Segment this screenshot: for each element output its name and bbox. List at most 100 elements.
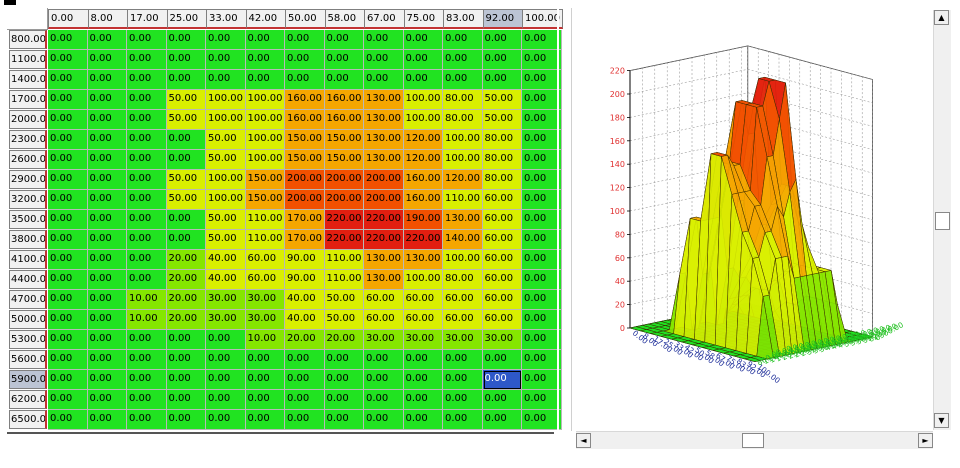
table-cell[interactable]: 30.00: [245, 310, 285, 330]
table-cell[interactable]: 0.00: [285, 30, 325, 50]
row-header[interactable]: 2900.00: [9, 170, 47, 189]
row-header[interactable]: 1700.00: [9, 90, 47, 109]
row-header[interactable]: 4100.00: [9, 250, 47, 269]
table-cell[interactable]: 0.00: [127, 350, 167, 370]
table-cell[interactable]: 0.00: [87, 410, 127, 430]
table-cell[interactable]: 10.00: [245, 330, 285, 350]
table-cell[interactable]: 220.00: [324, 210, 364, 230]
table-cell[interactable]: 60.00: [482, 230, 522, 250]
column-header[interactable]: 83.00: [443, 9, 484, 29]
table-cell[interactable]: 0.00: [127, 270, 167, 290]
table-cell[interactable]: 0.00: [403, 410, 443, 430]
table-cell[interactable]: 120.00: [403, 150, 443, 170]
table-cell[interactable]: 10.00: [127, 290, 167, 310]
table-cell[interactable]: 20.00: [166, 270, 206, 290]
table-cell[interactable]: 0.00: [48, 250, 88, 270]
table-cell[interactable]: 110.00: [245, 230, 285, 250]
table-cell[interactable]: 0.00: [87, 370, 127, 390]
table-cell[interactable]: 60.00: [482, 290, 522, 310]
table-cell[interactable]: 0.00: [285, 70, 325, 90]
table-cell[interactable]: 0.00: [127, 330, 167, 350]
table-cell[interactable]: 0.00: [522, 90, 562, 110]
table-cell[interactable]: 60.00: [364, 310, 404, 330]
table-cell[interactable]: 130.00: [364, 130, 404, 150]
table-cell[interactable]: 130.00: [443, 210, 483, 230]
table-cell[interactable]: 130.00: [364, 90, 404, 110]
column-header[interactable]: 42.00: [245, 9, 286, 29]
table-cell[interactable]: 110.00: [324, 270, 364, 290]
table-cell[interactable]: 50.00: [482, 90, 522, 110]
table-cell[interactable]: 100.00: [403, 270, 443, 290]
column-header[interactable]: 8.00: [87, 9, 128, 29]
table-cell[interactable]: 0.00: [482, 350, 522, 370]
table-cell[interactable]: 0.00: [245, 390, 285, 410]
table-cell[interactable]: 0.00: [48, 70, 88, 90]
table-cell[interactable]: 0.00: [166, 230, 206, 250]
column-header[interactable]: 75.00: [403, 9, 444, 29]
table-cell[interactable]: 0.00: [87, 30, 127, 50]
table-cell[interactable]: 0.00: [87, 110, 127, 130]
table-cell[interactable]: 0.00: [127, 130, 167, 150]
table-cell[interactable]: 0.00: [482, 70, 522, 90]
table-cell[interactable]: 0.00: [48, 170, 88, 190]
table-cell[interactable]: 20.00: [285, 330, 325, 350]
row-header[interactable]: 2000.00: [9, 110, 47, 129]
row-header[interactable]: 5300.00: [9, 330, 47, 349]
table-cell[interactable]: 60.00: [245, 250, 285, 270]
table-cell[interactable]: 20.00: [166, 310, 206, 330]
table-cell[interactable]: 130.00: [364, 250, 404, 270]
row-header[interactable]: 3500.00: [9, 210, 47, 229]
table-cell[interactable]: 0.00: [127, 30, 167, 50]
table-cell[interactable]: 0.00: [403, 70, 443, 90]
scroll-right-icon[interactable]: ►: [918, 433, 933, 448]
table-cell[interactable]: 0.00: [87, 350, 127, 370]
table-cell[interactable]: 0.00: [522, 330, 562, 350]
table-cell[interactable]: 0.00: [482, 50, 522, 70]
table-cell[interactable]: 100.00: [443, 130, 483, 150]
table-cell[interactable]: 30.00: [364, 330, 404, 350]
table-cell[interactable]: 110.00: [245, 210, 285, 230]
table-cell[interactable]: 0.00: [245, 30, 285, 50]
table-cell[interactable]: 0.00: [522, 130, 562, 150]
table-cell[interactable]: 0.00: [364, 410, 404, 430]
table-cell[interactable]: 0.00: [166, 30, 206, 50]
table-cell[interactable]: 0.00: [285, 350, 325, 370]
table-cell[interactable]: 0.00: [522, 230, 562, 250]
table-cell[interactable]: 0.00: [48, 210, 88, 230]
table-cell[interactable]: 0.00: [245, 370, 285, 390]
table-cell[interactable]: 0.00: [48, 310, 88, 330]
table-cell[interactable]: 0.00: [206, 370, 246, 390]
table-cell[interactable]: 0.00: [48, 270, 88, 290]
table-cell[interactable]: 0.00: [48, 230, 88, 250]
table-cell[interactable]: 0.00: [443, 70, 483, 90]
table-cell[interactable]: 90.00: [285, 250, 325, 270]
table-cell[interactable]: 100.00: [206, 190, 246, 210]
table-cell[interactable]: 0.00: [324, 70, 364, 90]
table-cell[interactable]: 0.00: [87, 190, 127, 210]
row-header[interactable]: 1100.00: [9, 50, 47, 69]
table-cell[interactable]: 60.00: [364, 290, 404, 310]
table-cell[interactable]: 150.00: [324, 150, 364, 170]
table-cell[interactable]: 0.00: [285, 390, 325, 410]
table-cell[interactable]: 0.00: [127, 170, 167, 190]
table-cell[interactable]: 160.00: [324, 110, 364, 130]
table-cell[interactable]: 60.00: [403, 310, 443, 330]
table-cell[interactable]: 130.00: [403, 250, 443, 270]
table-cell[interactable]: 0.00: [403, 30, 443, 50]
table-cell[interactable]: 200.00: [285, 170, 325, 190]
table-cell[interactable]: 0.00: [522, 350, 562, 370]
table-cell[interactable]: 0.00: [522, 30, 562, 50]
table-cell[interactable]: 60.00: [482, 190, 522, 210]
table-cell[interactable]: 0.00: [206, 350, 246, 370]
vertical-scroll-thumb[interactable]: [935, 212, 950, 230]
table-cell[interactable]: 200.00: [324, 190, 364, 210]
row-header[interactable]: 2300.00: [9, 130, 47, 149]
table-cell[interactable]: 120.00: [403, 130, 443, 150]
table-cell[interactable]: 0.00: [403, 390, 443, 410]
table-cell[interactable]: 150.00: [245, 190, 285, 210]
table-cell[interactable]: 50.00: [206, 150, 246, 170]
table-cell[interactable]: 0.00: [127, 190, 167, 210]
table-cell[interactable]: 100.00: [245, 90, 285, 110]
table-cell[interactable]: 0.00: [87, 390, 127, 410]
table-cell[interactable]: 0.00: [482, 370, 522, 390]
